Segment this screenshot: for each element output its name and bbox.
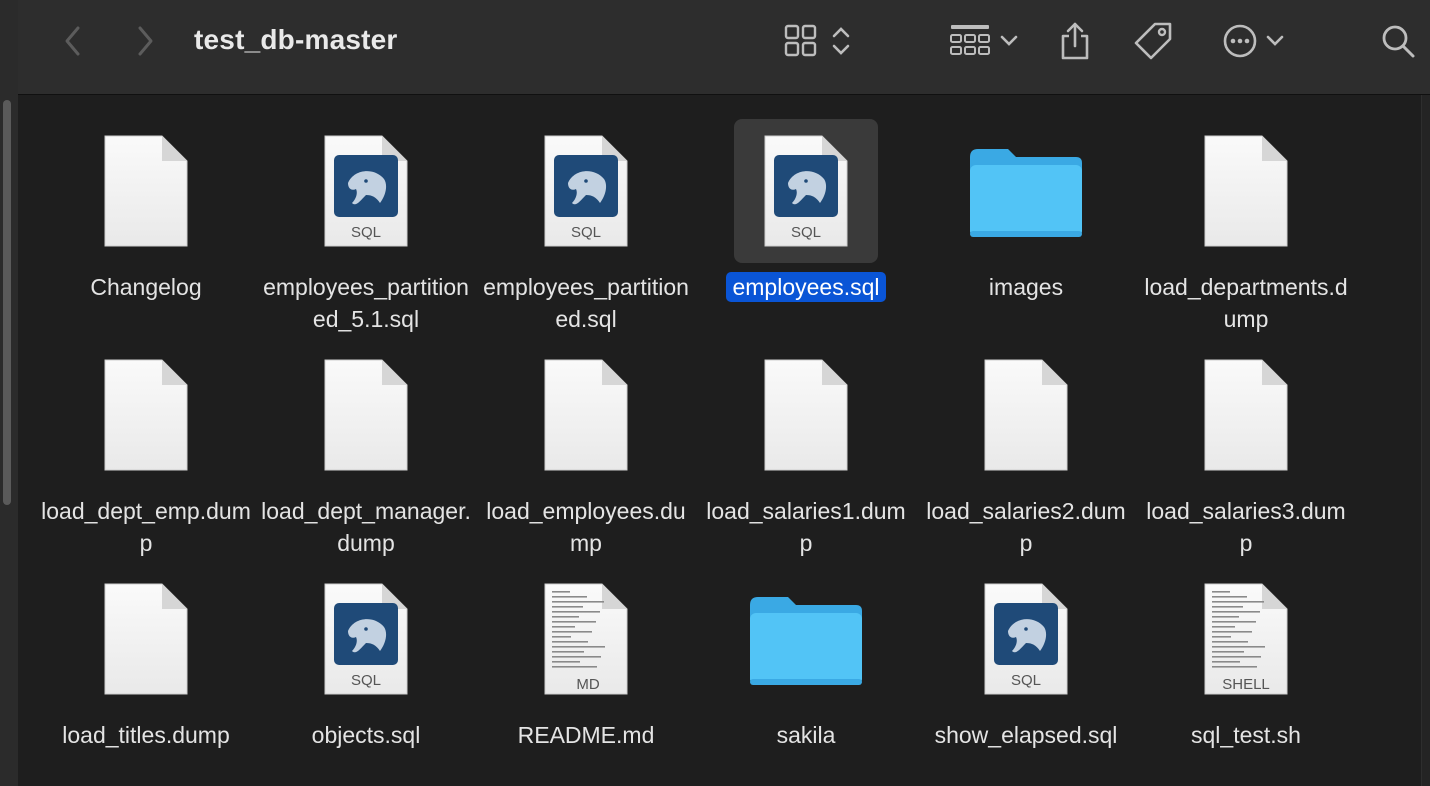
sql-file-icon: SQL (954, 567, 1098, 711)
file-browser-content: Changelog SQL employees_partitioned_5.1.… (18, 95, 1422, 786)
file-item[interactable]: MD README.md (476, 563, 696, 786)
file-item[interactable]: load_dept_emp.dump (36, 339, 256, 563)
sql-badge-text: SQL (791, 224, 821, 241)
document-icon (74, 343, 218, 487)
file-name-label: employees_partitioned_5.1.sql (263, 274, 469, 332)
sql-file-icon: SQL (734, 119, 878, 263)
group-by-icon (950, 25, 990, 55)
file-name-label: load_departments.dump (1144, 274, 1348, 332)
file-name-label: sql_test.sh (1191, 722, 1301, 748)
file-item[interactable]: SQL employees.sql (696, 115, 916, 339)
file-name-label: employees.sql (701, 271, 911, 303)
sql-badge-text: SQL (571, 224, 601, 241)
sql-badge-text: SQL (1011, 672, 1041, 689)
ellipsis-circle-icon (1223, 24, 1257, 58)
document-icon (1174, 343, 1318, 487)
sql-file-icon: SQL (294, 567, 438, 711)
group-by-button[interactable] (944, 20, 1024, 62)
file-name-label: README.md (517, 722, 655, 748)
file-item[interactable]: Changelog (36, 115, 256, 339)
sidebar-scrollbar[interactable] (3, 100, 11, 505)
chevron-right-icon (138, 26, 153, 56)
shell-script-icon: SHELL (1174, 567, 1318, 711)
file-name-label: objects.sql (311, 722, 421, 748)
file-item[interactable]: load_employees.dump (476, 339, 696, 563)
file-item[interactable]: load_departments.dump (1136, 115, 1356, 339)
document-icon (514, 343, 658, 487)
window-title: test_db-master (194, 24, 398, 55)
file-name-label: load_salaries1.dump (706, 498, 906, 556)
search-icon (1382, 25, 1415, 58)
file-name-label: load_salaries2.dump (926, 498, 1126, 556)
share-icon (1061, 22, 1089, 60)
folder-icon (954, 119, 1098, 263)
back-button[interactable] (58, 20, 88, 62)
document-icon (294, 343, 438, 487)
file-name-label: employees_partitioned.sql (483, 274, 689, 332)
file-item[interactable]: SQL employees_partitioned_5.1.sql (256, 115, 476, 339)
file-name-label: show_elapsed.sql (934, 722, 1118, 748)
svg-text:MD: MD (576, 676, 599, 693)
sql-file-icon: SQL (294, 119, 438, 263)
file-item[interactable]: load_titles.dump (36, 563, 256, 786)
folder-icon (734, 567, 878, 711)
chevron-down-icon (1000, 35, 1018, 46)
chevron-down-icon (1266, 35, 1284, 46)
file-name-label: load_dept_emp.dump (41, 498, 251, 556)
svg-text:SHELL: SHELL (1222, 676, 1270, 693)
tag-button[interactable] (1132, 20, 1174, 62)
document-icon (74, 567, 218, 711)
search-button[interactable] (1378, 20, 1418, 62)
document-icon (734, 343, 878, 487)
file-name-label: load_dept_manager.dump (261, 498, 471, 556)
file-item[interactable]: load_salaries3.dump (1136, 339, 1356, 563)
file-name-label: load_employees.dump (486, 498, 686, 556)
file-item[interactable]: load_salaries1.dump (696, 339, 916, 563)
file-item[interactable]: SQL objects.sql (256, 563, 476, 786)
sidebar-edge (0, 0, 19, 786)
sql-file-icon: SQL (514, 119, 658, 263)
file-item[interactable]: sakila (696, 563, 916, 786)
file-item[interactable]: SQL employees_partitioned.sql (476, 115, 696, 339)
sql-badge-text: SQL (351, 672, 381, 689)
markdown-file-icon: MD (514, 567, 658, 711)
file-item[interactable]: load_dept_manager.dump (256, 339, 476, 563)
view-mode-button[interactable] (778, 20, 858, 62)
file-item[interactable]: SQL show_elapsed.sql (916, 563, 1136, 786)
file-grid: Changelog SQL employees_partitioned_5.1.… (36, 115, 1356, 786)
file-item[interactable]: SHELL sql_test.sh (1136, 563, 1356, 786)
file-name-label: load_salaries3.dump (1146, 498, 1346, 556)
share-button[interactable] (1054, 20, 1096, 62)
vertical-scrollbar[interactable] (1421, 95, 1430, 786)
icon-grid-icon (784, 24, 817, 57)
toolbar: test_db-master (18, 0, 1430, 95)
sql-badge-text: SQL (351, 224, 381, 241)
file-item[interactable]: load_salaries2.dump (916, 339, 1136, 563)
up-down-chevron-icon (832, 27, 850, 55)
document-icon (74, 119, 218, 263)
file-name-label: sakila (776, 722, 836, 748)
chevron-left-icon (65, 26, 80, 56)
file-item[interactable]: images (916, 115, 1136, 339)
forward-button[interactable] (130, 20, 160, 62)
document-icon (1174, 119, 1318, 263)
document-icon (954, 343, 1098, 487)
more-actions-button[interactable] (1218, 20, 1288, 62)
file-name-label: images (988, 274, 1064, 300)
tag-icon (1134, 22, 1172, 60)
file-name-label: load_titles.dump (62, 722, 230, 748)
file-name-label: Changelog (90, 274, 202, 300)
